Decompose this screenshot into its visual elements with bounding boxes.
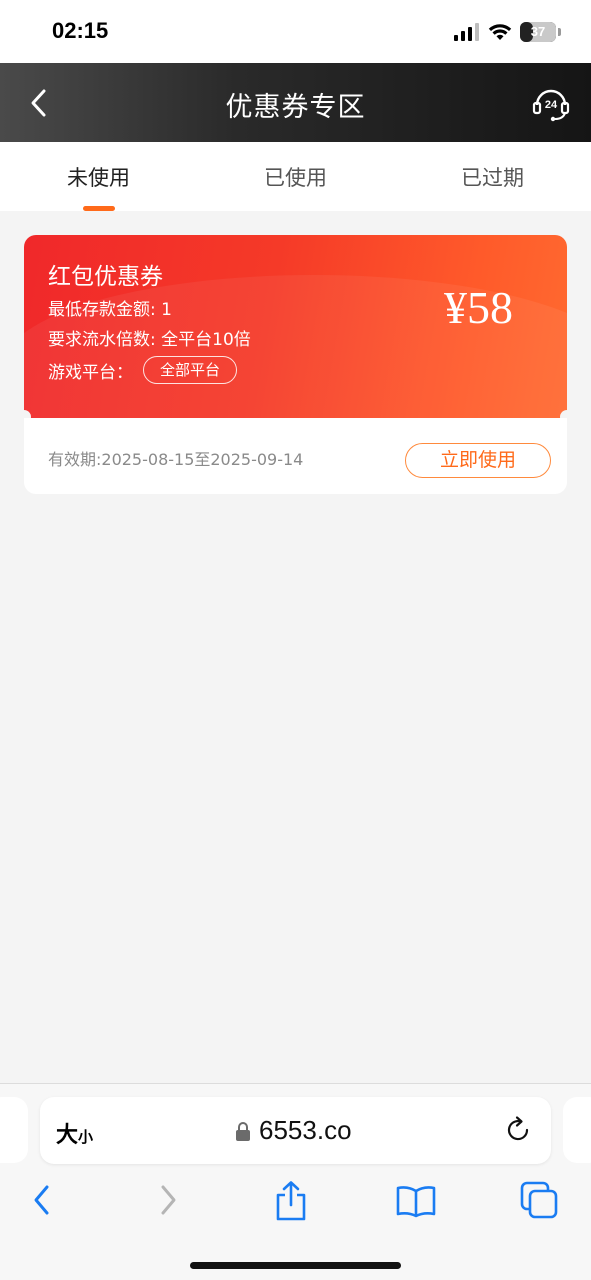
chevron-left-icon [34, 1185, 49, 1215]
browser-toolbar: 大小 6553.co [0, 1083, 591, 1280]
tab-label: 已过期 [461, 166, 524, 190]
chevron-right-icon [161, 1185, 176, 1215]
status-time: 02:15 [52, 18, 109, 43]
lock-icon [236, 1121, 250, 1141]
next-tab-preview[interactable] [563, 1097, 591, 1163]
reload-button[interactable] [503, 1115, 533, 1145]
url-text: 6553.co [259, 1115, 352, 1145]
tab-used[interactable]: 已使用 [197, 142, 394, 211]
battery-percent: 37 [530, 24, 546, 39]
text-size-button[interactable]: 大小 [56, 1117, 93, 1149]
customer-service-button[interactable]: 24 [531, 83, 571, 123]
browser-back-button[interactable] [20, 1179, 64, 1223]
coupon-platform-label: 游戏平台： [48, 362, 133, 383]
cellular-signal-icon [454, 23, 479, 41]
coupon-amount: ¥58 [444, 282, 513, 333]
coupon-tabs: 未使用 已使用 已过期 [0, 142, 591, 211]
book-icon [396, 1186, 436, 1218]
previous-tab-preview[interactable] [0, 1097, 28, 1163]
tab-label: 已使用 [264, 166, 327, 190]
tabs-icon [520, 1181, 558, 1219]
headset-24-icon: 24 [532, 89, 570, 122]
active-tab-indicator [82, 206, 115, 211]
reload-icon [507, 1116, 529, 1141]
svg-text:24: 24 [545, 99, 558, 111]
status-bar: 02:15 37 [0, 0, 591, 63]
share-icon [276, 1181, 306, 1221]
coupon-header: 红包优惠券 最低存款金额: 1 要求流水倍数: 全平台10倍 游戏平台： 全部平… [24, 235, 567, 418]
text-size-big: 大 [56, 1123, 79, 1148]
coupon-title: 红包优惠券 [48, 264, 163, 290]
share-button[interactable] [269, 1179, 313, 1223]
browser-forward-button[interactable] [146, 1179, 190, 1223]
coupon-card: 红包优惠券 最低存款金额: 1 要求流水倍数: 全平台10倍 游戏平台： 全部平… [17, 235, 574, 494]
browser-nav-row [0, 1179, 591, 1229]
tabs-button[interactable] [518, 1179, 562, 1223]
text-size-small: 小 [78, 1128, 94, 1146]
battery-indicator: 37 [520, 22, 556, 42]
bookmarks-button[interactable] [394, 1179, 438, 1223]
coupon-min-deposit: 最低存款金额: 1 [48, 300, 172, 320]
tab-label: 未使用 [67, 166, 130, 190]
app-header: 优惠券专区 24 [0, 63, 591, 142]
coupon-turnover: 要求流水倍数: 全平台10倍 [48, 330, 251, 350]
home-indicator [190, 1262, 401, 1269]
tab-unused[interactable]: 未使用 [0, 142, 197, 211]
page-title: 优惠券专区 [225, 92, 366, 123]
url-display[interactable]: 6553.co [235, 1115, 352, 1146]
tab-expired[interactable]: 已过期 [394, 142, 591, 211]
address-bar[interactable]: 大小 6553.co [40, 1097, 551, 1164]
coupon-footer: 有效期:2025-08-15至2025-09-14 立即使用 [24, 418, 567, 494]
use-now-button[interactable]: 立即使用 [405, 443, 551, 478]
status-icons: 37 [454, 20, 561, 44]
wifi-icon [488, 24, 512, 40]
coupon-platform-row: 游戏平台： 全部平台 [48, 356, 238, 384]
coupon-validity: 有效期:2025-08-15至2025-09-14 [48, 450, 304, 469]
platform-chip: 全部平台 [143, 356, 238, 384]
battery-cap [558, 28, 561, 36]
